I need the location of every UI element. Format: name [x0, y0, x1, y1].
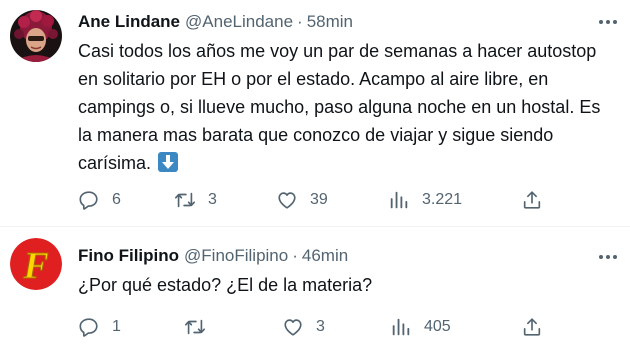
retweet-button[interactable]: 3 — [174, 188, 217, 212]
tweet-actions: 1 3 405 — [78, 315, 618, 339]
views-count: 405 — [424, 318, 451, 335]
separator: · — [292, 246, 298, 265]
author-handle[interactable]: @FinoFilipino — [184, 246, 288, 265]
reply-icon — [79, 191, 98, 210]
down-arrow-emoji-icon — [158, 152, 179, 172]
tweet-actions: 6 3 39 3.221 — [78, 188, 618, 212]
retweet-icon — [175, 192, 195, 208]
more-icon[interactable] — [596, 12, 620, 32]
views-icon — [392, 318, 410, 336]
reply-count: 6 — [112, 191, 121, 208]
views-count: 3.221 — [422, 191, 463, 208]
retweet-count: 3 — [208, 191, 217, 208]
reply-button[interactable]: 6 — [78, 188, 121, 212]
tweet[interactable]: Ane Lindane @AneLindane · 58min Casi todos … — [0, 0, 630, 226]
like-icon — [284, 319, 302, 336]
retweet-icon — [185, 319, 205, 335]
share-icon — [523, 318, 541, 336]
tweet-header: Ane Lindane @AneLindane · 58min — [78, 11, 353, 33]
like-button[interactable]: 3 — [282, 315, 325, 339]
share-button[interactable] — [521, 315, 543, 339]
like-count: 3 — [316, 318, 325, 335]
author-name[interactable]: Fino Filipino — [78, 246, 179, 265]
tweet-header: Fino Filipino @FinoFilipino · 46min — [78, 245, 348, 267]
tweet-text-content: Casi todos los años me voy un par de sem… — [78, 41, 601, 173]
views-icon — [390, 191, 408, 209]
like-button[interactable]: 39 — [276, 188, 328, 212]
views-button[interactable]: 405 — [390, 315, 451, 339]
timestamp[interactable]: 58min — [307, 12, 353, 31]
reply-icon — [79, 318, 98, 337]
tweet[interactable]: F Fino Filipino @FinoFilipino · 46min ¿Por … — [0, 227, 630, 360]
share-icon — [523, 191, 541, 209]
avatar[interactable]: F — [10, 238, 62, 290]
views-button[interactable]: 3.221 — [388, 188, 462, 212]
timestamp[interactable]: 46min — [302, 246, 348, 265]
avatar-letter: F — [22, 245, 48, 287]
author-name[interactable]: Ane Lindane — [78, 12, 180, 31]
avatar[interactable] — [10, 10, 62, 62]
retweet-button[interactable] — [184, 315, 218, 339]
separator: · — [297, 12, 303, 31]
tweet-text: Casi todos los años me voy un par de sem… — [78, 37, 618, 177]
more-icon[interactable] — [596, 247, 620, 267]
like-icon — [278, 192, 296, 209]
reply-count: 1 — [112, 318, 121, 335]
reply-button[interactable]: 1 — [78, 315, 121, 339]
share-button[interactable] — [521, 188, 543, 212]
tweet-text: ¿Por qué estado? ¿El de la materia? — [78, 275, 373, 295]
like-count: 39 — [310, 191, 328, 208]
author-handle[interactable]: @AneLindane — [185, 12, 293, 31]
